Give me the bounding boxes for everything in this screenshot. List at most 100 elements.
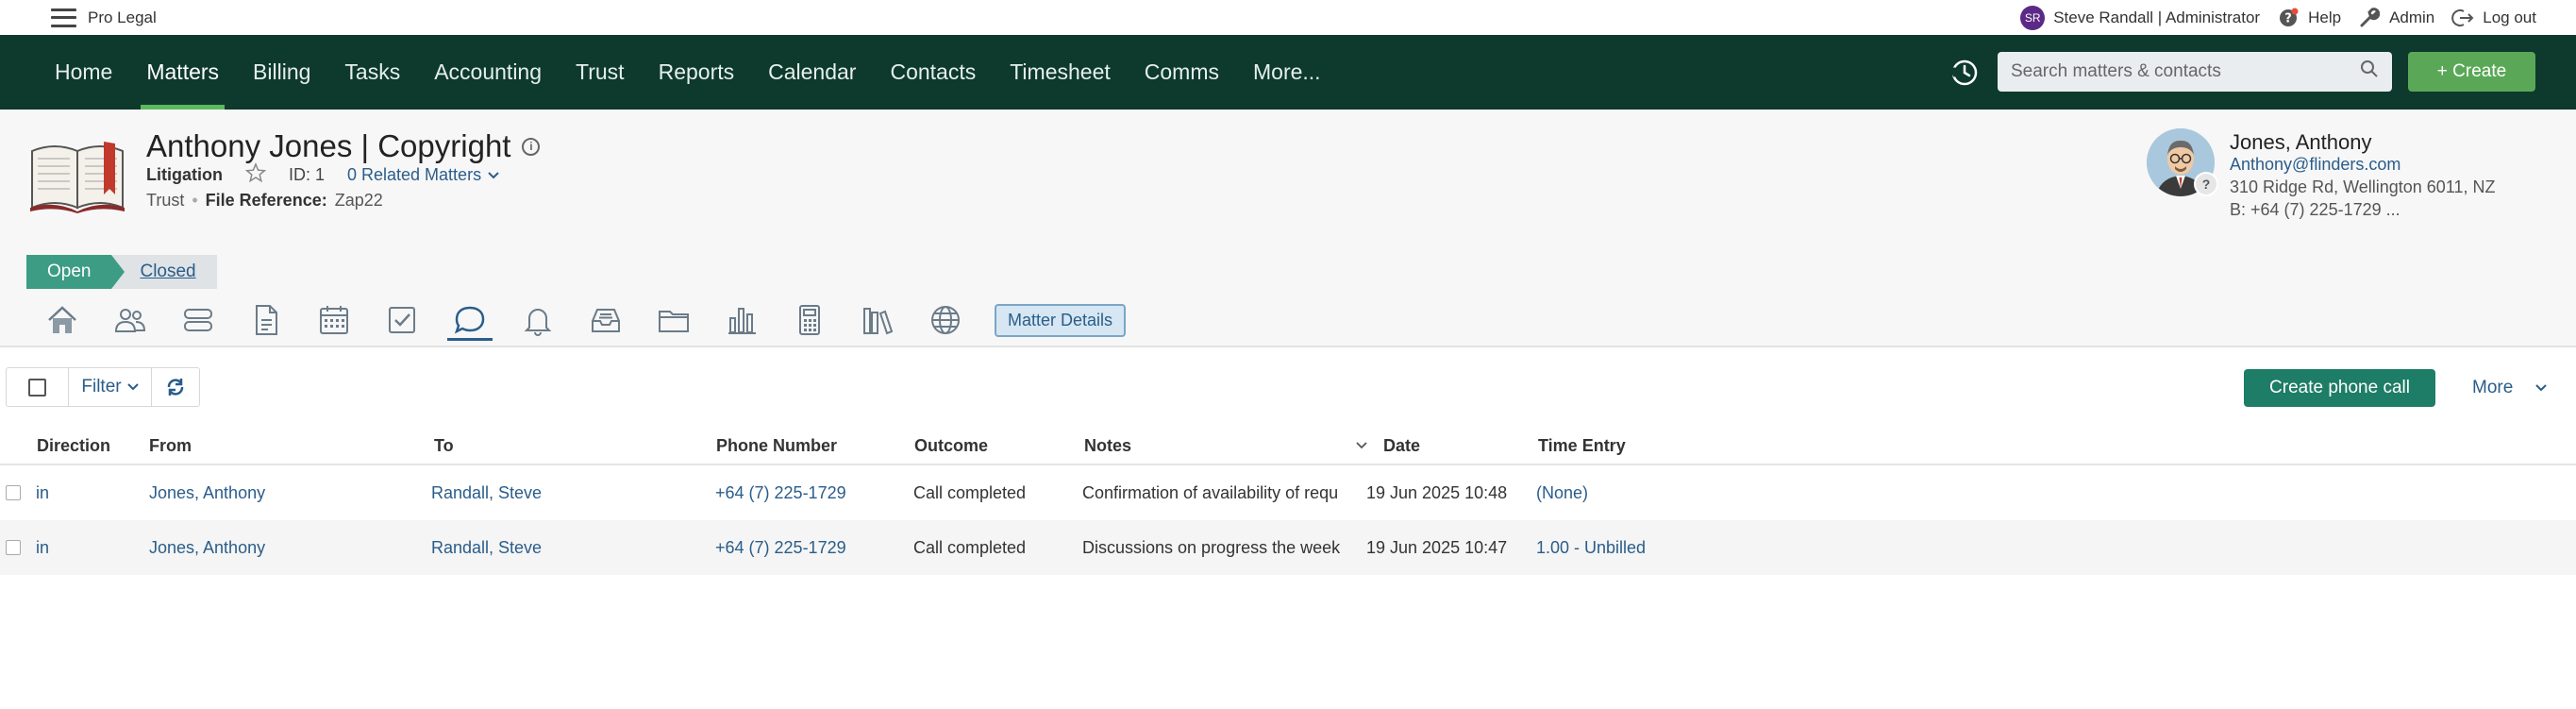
cell-phone[interactable]: +64 (7) 225-1729 bbox=[715, 520, 846, 575]
search-input[interactable]: Search matters & contacts bbox=[1998, 52, 2392, 92]
nav-item-accounting[interactable]: Accounting bbox=[417, 35, 559, 110]
tab-library[interactable] bbox=[844, 297, 912, 343]
matter-details-button[interactable]: Matter Details bbox=[995, 303, 1127, 337]
create-phone-call-button[interactable]: Create phone call bbox=[2244, 369, 2435, 407]
cell-direction[interactable]: in bbox=[36, 465, 49, 520]
matter-title: Anthony Jones | Copyright bbox=[146, 128, 511, 163]
calculator-icon bbox=[799, 305, 820, 335]
select-all-container bbox=[7, 368, 69, 406]
tab-comms[interactable] bbox=[436, 297, 504, 343]
matter-header: Anthony Jones | Copyright i Litigation I… bbox=[0, 110, 2576, 346]
related-matters-label: 0 Related Matters bbox=[347, 165, 482, 184]
nav-item-timesheet[interactable]: Timesheet bbox=[993, 35, 1128, 110]
tab-accounting[interactable] bbox=[776, 297, 844, 343]
col-notes[interactable]: Notes bbox=[1084, 428, 1131, 464]
filter-dropdown[interactable]: Filter bbox=[69, 368, 152, 406]
contact-email[interactable]: Anthony@flinders.com bbox=[2230, 155, 2400, 175]
cell-notes: Discussions on progress the week bbox=[1082, 537, 1341, 557]
user-menu[interactable]: SR Steve Randall | Administrator bbox=[2020, 5, 2260, 30]
tab-folders[interactable] bbox=[640, 297, 708, 343]
people-icon bbox=[114, 309, 146, 332]
nav-item-tasks[interactable]: Tasks bbox=[327, 35, 417, 110]
menu-icon[interactable] bbox=[51, 8, 76, 27]
row-checkbox[interactable] bbox=[6, 485, 21, 500]
tab-people[interactable] bbox=[96, 297, 164, 343]
nav-item-contacts[interactable]: Contacts bbox=[873, 35, 993, 110]
table-row[interactable]: in Jones, Anthony Randall, Steve +64 (7)… bbox=[0, 520, 2576, 575]
admin-link[interactable]: Admin bbox=[2358, 7, 2434, 29]
cell-notes: Confirmation of availability of requ bbox=[1082, 482, 1339, 502]
tab-home[interactable] bbox=[28, 297, 96, 343]
tab-web[interactable] bbox=[912, 297, 979, 343]
contact-name[interactable]: Jones, Anthony bbox=[2230, 130, 2371, 155]
cell-date: 19 Jun 2025 10:48 bbox=[1366, 482, 1508, 502]
nav-item-home[interactable]: Home bbox=[38, 35, 129, 110]
table-header: Direction From To Phone Number Outcome N… bbox=[0, 428, 2576, 465]
logout-label: Log out bbox=[2483, 8, 2536, 26]
tab-tasks[interactable] bbox=[368, 297, 436, 343]
cell-time-entry[interactable]: (None) bbox=[1536, 465, 1588, 520]
more-dropdown[interactable]: More bbox=[2448, 369, 2563, 407]
col-to[interactable]: To bbox=[434, 428, 454, 464]
nav-item-more[interactable]: More... bbox=[1236, 35, 1338, 110]
help-label: Help bbox=[2308, 8, 2342, 26]
cell-time-entry[interactable]: 1.00 - Unbilled bbox=[1536, 520, 1646, 575]
question-icon[interactable]: ? bbox=[2194, 172, 2218, 196]
contact-address: 310 Ridge Rd, Wellington 6011, NZ bbox=[2230, 177, 2496, 196]
nav-item-calendar[interactable]: Calendar bbox=[751, 35, 873, 110]
nav-item-trust[interactable]: Trust bbox=[559, 35, 642, 110]
nav-item-billing[interactable]: Billing bbox=[236, 35, 327, 110]
cell-to[interactable]: Randall, Steve bbox=[431, 465, 542, 520]
checkbox-icon bbox=[389, 307, 415, 333]
nav-item-comms[interactable]: Comms bbox=[1128, 35, 1236, 110]
select-all-checkbox[interactable] bbox=[28, 378, 46, 397]
col-time-entry[interactable]: Time Entry bbox=[1538, 428, 1626, 464]
create-button[interactable]: + Create bbox=[2408, 52, 2535, 92]
help-link[interactable]: ? Help bbox=[2277, 7, 2341, 29]
info-icon[interactable]: i bbox=[522, 137, 541, 156]
tab-calendar[interactable] bbox=[300, 297, 368, 343]
status-closed[interactable]: Closed bbox=[111, 255, 217, 289]
tab-reports[interactable] bbox=[708, 297, 776, 343]
cell-to[interactable]: Randall, Steve bbox=[431, 520, 542, 575]
refresh-button[interactable] bbox=[152, 368, 199, 406]
sort-desc-icon[interactable] bbox=[1356, 428, 1367, 464]
document-icon bbox=[256, 305, 277, 335]
col-direction[interactable]: Direction bbox=[37, 428, 110, 464]
admin-label: Admin bbox=[2389, 8, 2435, 26]
app-menu[interactable]: Pro Legal bbox=[51, 8, 157, 27]
matter-book-icon bbox=[28, 138, 126, 213]
cell-from[interactable]: Jones, Anthony bbox=[149, 520, 265, 575]
tab-inbox[interactable] bbox=[572, 297, 640, 343]
tab-documents[interactable] bbox=[232, 297, 300, 343]
globe-icon bbox=[931, 306, 960, 334]
recent-history-icon[interactable] bbox=[1948, 56, 1982, 90]
top-utility-bar: Pro Legal SR Steve Randall | Administrat… bbox=[0, 0, 2576, 35]
row-checkbox[interactable] bbox=[6, 540, 21, 555]
nav-item-matters[interactable]: Matters bbox=[129, 35, 236, 110]
matter-subline-2: Trust • File Reference: Zap22 bbox=[146, 191, 383, 211]
cell-direction[interactable]: in bbox=[36, 520, 49, 575]
col-outcome[interactable]: Outcome bbox=[914, 428, 988, 464]
col-date[interactable]: Date bbox=[1383, 428, 1420, 464]
logout-link[interactable]: Log out bbox=[2451, 7, 2536, 29]
tab-stack[interactable] bbox=[164, 297, 232, 343]
main-nav-list: Home Matters Billing Tasks Accounting Trust Re… bbox=[38, 35, 1338, 110]
filter-label: Filter bbox=[81, 377, 122, 397]
tab-reminders[interactable] bbox=[504, 297, 572, 343]
svg-text:?: ? bbox=[2284, 11, 2292, 25]
contact-phone: B: +64 (7) 225-1729 ... bbox=[2230, 200, 2400, 219]
status-open[interactable]: Open bbox=[26, 255, 126, 289]
related-matters-dropdown[interactable]: 0 Related Matters bbox=[347, 165, 500, 185]
cell-from[interactable]: Jones, Anthony bbox=[149, 465, 265, 520]
cell-phone[interactable]: +64 (7) 225-1729 bbox=[715, 465, 846, 520]
file-reference-value: Zap22 bbox=[334, 191, 383, 210]
search-icon[interactable] bbox=[2360, 59, 2379, 84]
table-row[interactable]: in Jones, Anthony Randall, Steve +64 (7)… bbox=[0, 465, 2576, 520]
home-icon bbox=[48, 306, 76, 333]
chevron-down-icon bbox=[2535, 384, 2548, 392]
col-phone-number[interactable]: Phone Number bbox=[716, 428, 837, 464]
nav-item-reports[interactable]: Reports bbox=[642, 35, 752, 110]
col-from[interactable]: From bbox=[149, 428, 192, 464]
star-icon[interactable] bbox=[244, 162, 267, 188]
